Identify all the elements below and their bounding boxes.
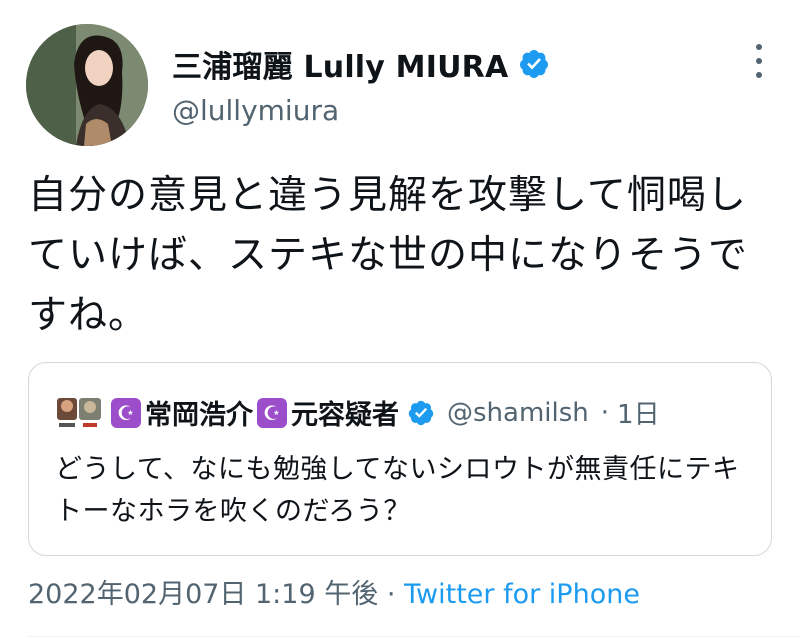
avatar-photo (26, 24, 148, 146)
author-name-row[interactable]: 三浦瑠麗 Lully MIURA (172, 42, 550, 86)
quoted-author-handle[interactable]: @shamilsh (447, 398, 589, 428)
quoted-avatar-photo (55, 393, 103, 432)
tweet-text: 自分の意見と違う見解を攻撃して恫喝していけば、ステキな世の中になりそうですね。 (28, 173, 749, 338)
meta-separator: · (386, 579, 396, 610)
more-dot (756, 72, 762, 78)
tweet-meta: 2022年02月07日 1:19 午後 · Twitter for iPhone (28, 572, 640, 611)
quoted-author-name[interactable]: ☪ 常岡浩介 ☪ 元容疑者 (111, 393, 399, 432)
quoted-separator: · (600, 397, 610, 428)
tweet-datetime[interactable]: 2022年02月07日 1:19 午後 (28, 579, 378, 610)
quoted-tweet[interactable]: ☪ 常岡浩介 ☪ 元容疑者 @shamilsh · 1日 どうして、なにも勉強し… (28, 362, 772, 556)
more-options-icon[interactable] (752, 44, 766, 78)
star-crescent-emoji-icon: ☪ (257, 397, 287, 428)
author-handle[interactable]: @lullymiura (172, 94, 339, 127)
quoted-name-part2: 元容疑者 (291, 400, 399, 431)
divider (28, 636, 800, 637)
author-display-name[interactable]: 三浦瑠麗 Lully MIURA (172, 42, 508, 86)
quoted-tweet-text: どうして、なにも勉強してないシロウトが無責任にテキトーなホラを吹くのだろう？ (55, 454, 740, 527)
quoted-time-ago[interactable]: 1日 (617, 394, 660, 431)
tweet-source-link[interactable]: Twitter for iPhone (404, 579, 640, 610)
more-dot (756, 44, 762, 50)
quoted-name-part1: 常岡浩介 (145, 400, 253, 431)
quoted-tweet-header: ☪ 常岡浩介 ☪ 元容疑者 @shamilsh · 1日 (55, 393, 660, 432)
star-crescent-emoji-icon: ☪ (111, 397, 141, 428)
quoted-author-avatar[interactable] (55, 393, 103, 432)
author-avatar[interactable] (26, 24, 148, 146)
verified-badge-icon (408, 400, 434, 425)
verified-badge-icon (520, 50, 549, 78)
more-dot (756, 58, 762, 64)
